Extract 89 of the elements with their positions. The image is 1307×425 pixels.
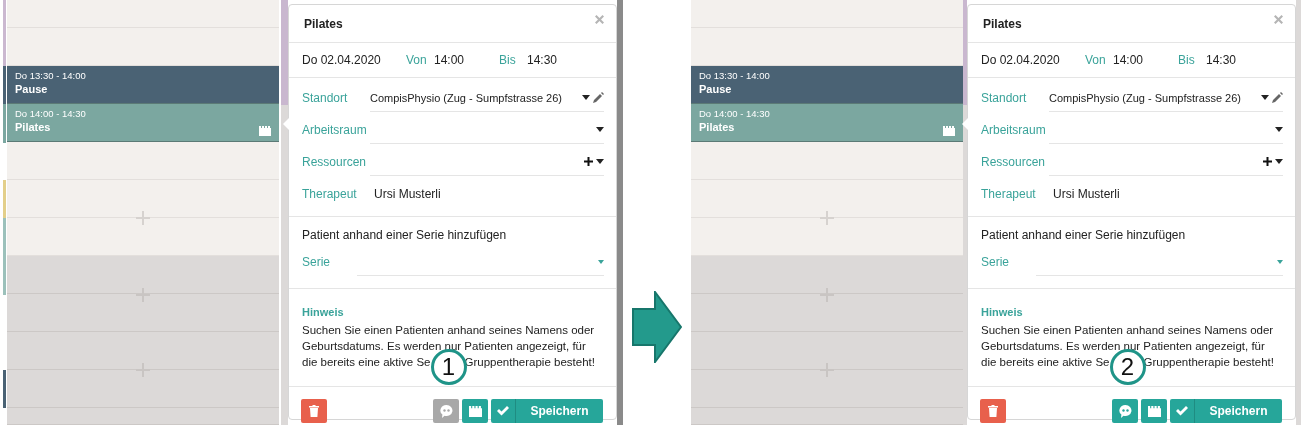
- event-time: Do 14:00 - 14:30: [15, 108, 86, 120]
- field-label: Arbeitsraum: [981, 123, 1047, 137]
- step-number-badge: 1: [430, 349, 467, 385]
- event-time: Do 13:30 - 14:00: [699, 70, 770, 82]
- hint-title: Hinweis: [302, 306, 345, 318]
- calendar-event[interactable]: Do 13:30 - 14:00 Pause: [691, 66, 963, 104]
- time-slot[interactable]: [691, 218, 963, 256]
- therapist-value: Ursi Musterli: [1053, 187, 1120, 201]
- field-label: Bis: [499, 53, 517, 67]
- delete-button[interactable]: [301, 399, 327, 423]
- select-field[interactable]: CompisPhysio (Zug - Sumpfstrasse 26): [370, 84, 604, 112]
- pencil-icon[interactable]: [593, 92, 604, 103]
- date-value[interactable]: Do 02.04.2020: [302, 53, 406, 67]
- series-prompt: Patient anhand einer Serie hinzufügen: [302, 228, 507, 242]
- field-label: Therapeut: [302, 187, 358, 201]
- checkmark-icon: [497, 406, 509, 416]
- popup-title: Pilates: [983, 16, 1022, 31]
- event-title: Pause: [15, 82, 48, 96]
- time-slot[interactable]: [7, 370, 279, 408]
- select-field[interactable]: CompisPhysio (Zug - Sumpfstrasse 26): [1049, 84, 1283, 112]
- step-number-badge: 2: [1109, 349, 1146, 385]
- add-icon[interactable]: [1263, 157, 1272, 166]
- clapperboard-icon: [468, 405, 482, 417]
- hint-title: Hinweis: [981, 306, 1024, 318]
- dropdown-caret-icon[interactable]: [596, 159, 604, 164]
- time-slot[interactable]: [7, 180, 279, 218]
- dropdown-caret-icon[interactable]: [1261, 95, 1269, 100]
- event-title: Pilates: [699, 120, 735, 134]
- time-value[interactable]: 14:00: [1113, 53, 1178, 67]
- dropdown-caret-icon[interactable]: [582, 95, 590, 100]
- clapperboard-icon: [1147, 405, 1161, 417]
- time-slot[interactable]: [7, 294, 279, 332]
- hint-text: Gruppentherapie besteht!: [464, 355, 595, 370]
- time-slot[interactable]: [691, 180, 963, 218]
- date-value[interactable]: Do 02.04.2020: [981, 53, 1085, 67]
- field-label: Serie: [981, 255, 1010, 269]
- time-slot[interactable]: [691, 0, 963, 28]
- field-label: Von: [406, 53, 428, 67]
- event-time: Do 14:00 - 14:30: [699, 108, 770, 120]
- trash-icon: [988, 405, 998, 417]
- speech-bubble-icon: [1118, 404, 1132, 418]
- field-label: Therapeut: [981, 187, 1037, 201]
- time-slot[interactable]: [7, 142, 279, 180]
- field-label: Standort: [981, 91, 1028, 105]
- dropdown-caret-icon[interactable]: [1275, 159, 1283, 164]
- add-slot-icon[interactable]: [820, 211, 834, 225]
- time-slot[interactable]: [7, 28, 279, 66]
- checkmark-icon: [1176, 406, 1188, 416]
- dropdown-caret-icon[interactable]: [1275, 127, 1283, 132]
- popup-title: Pilates: [304, 16, 343, 31]
- speech-bubble-icon: [439, 404, 453, 418]
- calendar-event[interactable]: Do 13:30 - 14:00 Pause: [7, 66, 279, 104]
- time-slot[interactable]: [7, 332, 279, 370]
- field-label: Bis: [1178, 53, 1196, 67]
- field-label: Ressourcen: [981, 155, 1047, 169]
- field-label: Arbeitsraum: [302, 123, 368, 137]
- pencil-icon[interactable]: [1272, 92, 1283, 103]
- time-slot[interactable]: [7, 256, 279, 294]
- therapist-value: Ursi Musterli: [374, 187, 441, 201]
- hint-text: die bereits eine aktive Se: [302, 355, 431, 370]
- trash-icon: [309, 405, 319, 417]
- hint-text: die bereits eine aktive Se: [981, 355, 1110, 370]
- delete-button[interactable]: [980, 399, 1006, 423]
- series-button[interactable]: [462, 399, 488, 423]
- time-value[interactable]: 14:30: [1206, 53, 1237, 67]
- field-label: Ressourcen: [302, 155, 368, 169]
- time-slot[interactable]: [691, 28, 963, 66]
- close-icon[interactable]: [595, 15, 604, 24]
- hint-text: Gruppentherapie besteht!: [1143, 355, 1274, 370]
- comment-button[interactable]: [1112, 399, 1138, 423]
- time-slot[interactable]: [7, 218, 279, 256]
- right-arrow-icon: [632, 290, 682, 363]
- time-slot[interactable]: [691, 142, 963, 180]
- time-value[interactable]: 14:30: [527, 53, 558, 67]
- add-slot-icon[interactable]: [136, 211, 150, 225]
- series-prompt: Patient anhand einer Serie hinzufügen: [981, 228, 1186, 242]
- close-icon[interactable]: [1274, 15, 1283, 24]
- time-slot[interactable]: [7, 0, 279, 28]
- dropdown-caret-icon[interactable]: [596, 127, 604, 132]
- time-slot[interactable]: [7, 408, 279, 425]
- series-button[interactable]: [1141, 399, 1167, 423]
- event-title: Pilates: [15, 120, 51, 134]
- field-label: Standort: [302, 91, 349, 105]
- add-icon[interactable]: [584, 157, 593, 166]
- time-value[interactable]: 14:00: [434, 53, 499, 67]
- field-label: Serie: [302, 255, 331, 269]
- event-title: Pause: [699, 82, 732, 96]
- event-time: Do 13:30 - 14:00: [15, 70, 86, 82]
- field-label: Von: [1085, 53, 1107, 67]
